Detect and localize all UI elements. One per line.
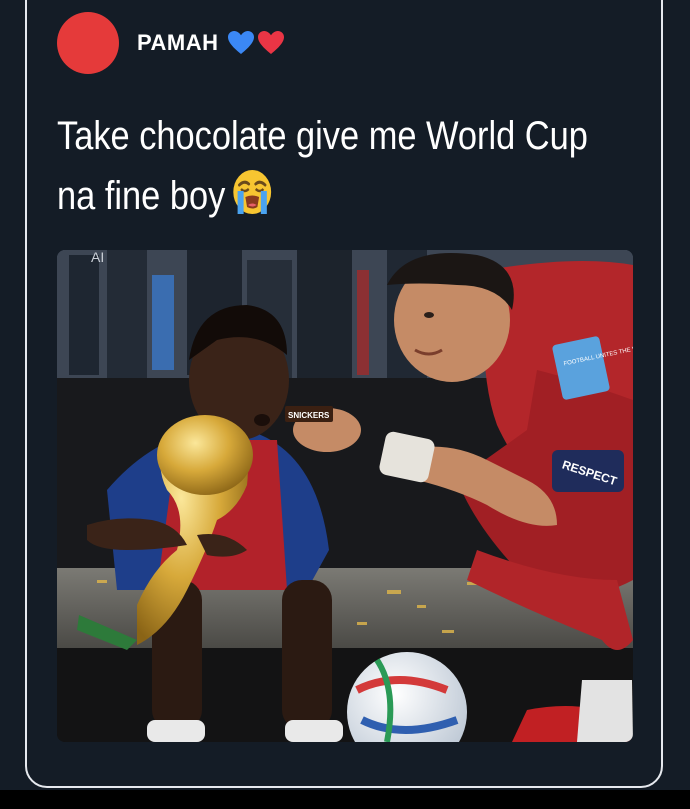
loudly-crying-face-icon [230, 167, 273, 234]
post-header: PAMAH [57, 12, 285, 74]
photo-illustration: AI RESPECT FOOTBALL UNITES THE SNICKERS [57, 250, 633, 742]
post-photo[interactable]: AI RESPECT FOOTBALL UNITES THE SNICKERS [57, 250, 633, 742]
avatar[interactable] [57, 12, 119, 74]
red-heart-icon [257, 31, 284, 54]
author-emojis [227, 30, 285, 56]
post-text-line-1: Take chocolate give me World Cup [57, 114, 588, 158]
author-name[interactable]: PAMAH [137, 30, 219, 56]
blue-heart-icon [227, 31, 254, 54]
candy-label-text: SNICKERS [288, 411, 330, 420]
post-text-line-2-wrap: na fine boy [57, 166, 564, 234]
post-text: Take chocolate give me World Cup na fine… [57, 106, 588, 234]
banner-fragment-text: AI [91, 250, 104, 265]
post-card: PAMAH Take chocolate give me World Cup n… [0, 0, 690, 790]
post-text-line-2: na fine boy [57, 174, 226, 218]
